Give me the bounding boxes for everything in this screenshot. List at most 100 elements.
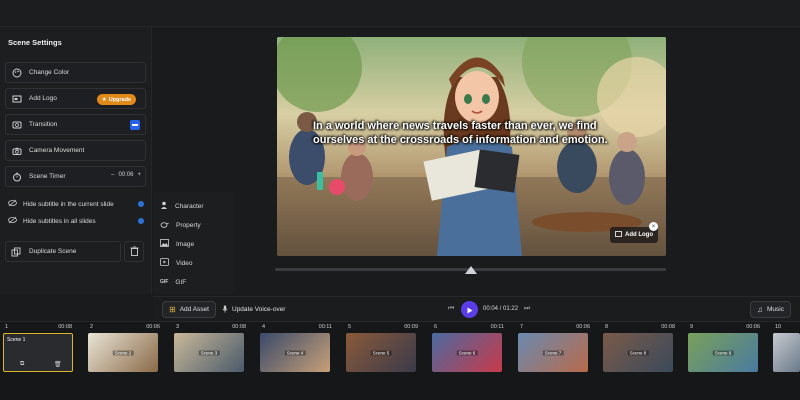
star-icon: ★ [101,96,107,103]
scene-card-3[interactable]: 3 00:08 Scene 3 [171,322,246,382]
logo-icon [11,93,23,105]
scene-thumbnail[interactable]: Scene 6 [432,333,502,372]
camera-movement-row[interactable]: Camera Movement [5,140,146,161]
scene-number: 5 [348,324,352,330]
music-button[interactable]: ♫ Music [750,301,791,318]
scene-number: 2 [90,324,94,330]
duplicate-scene-button[interactable]: Duplicate Scene [5,241,121,262]
menu-item-video[interactable]: Video [160,257,193,269]
transition-toggle[interactable] [130,120,140,130]
update-voice-button[interactable]: Update Voice-over [216,301,291,318]
delete-scene-button[interactable] [124,241,144,262]
update-voice-label: Update Voice-over [232,306,286,313]
image-icon [160,239,169,249]
scene-card-6[interactable]: 6 00:11 Scene 6 [429,322,504,382]
skip-back-icon[interactable]: ⏮ [448,305,454,313]
duplicate-icon[interactable]: ⧉ [20,361,24,368]
menu-item-character[interactable]: Character [160,200,204,212]
scene-duration: 00:06 [576,324,590,330]
scene-duration: 00:11 [318,324,332,330]
add-asset-menu: Character Property Image Video GIF GIF [153,192,234,294]
person-icon [160,201,168,211]
scene-timer-label: Scene Timer [29,173,66,180]
change-color-button[interactable]: Change Color [5,62,146,83]
transition-row[interactable]: Transition [5,114,146,135]
hide-current-switch[interactable] [138,201,144,207]
add-logo-button[interactable]: Add Logo ★ Upgrade [5,88,146,109]
close-logo-icon[interactable]: × [649,222,658,231]
add-asset-icon: ⊞ [169,305,176,314]
scene-card-10[interactable]: 10 [770,322,800,382]
scene-number: 8 [605,324,609,330]
hide-subtitles-all-toggle[interactable]: Hide subtitles in all slides [8,215,144,227]
eye-off-icon [8,216,17,226]
scene-label: Scene 6 [456,350,478,355]
scene-card-5[interactable]: 5 00:09 Scene 5 [343,322,418,382]
scene-label: Scene 9 [712,350,734,355]
top-bar [0,0,800,27]
scene-timeline: 1 00:08 Scene 1 ⧉ 🗑 2 00:06 Scene 2 3 00… [0,321,800,400]
playback-time: 00:04 / 01:22 [483,306,519,312]
eye-off-icon [8,199,17,209]
scene-duration: 00:06 [746,324,760,330]
add-logo-overlay-label: Add Logo [625,232,653,238]
scene-card-1[interactable]: 1 00:08 Scene 1 ⧉ 🗑 [0,322,75,382]
scene-duration: 00:08 [232,324,246,330]
scene-duration: 00:11 [490,324,504,330]
scene-timer-stepper[interactable]: – 00:06 + [111,172,141,178]
hide-all-switch[interactable] [138,218,144,224]
add-asset-label: Add Asset [179,306,209,313]
add-asset-button[interactable]: ⊞ Add Asset [162,301,216,318]
scene-preview[interactable]: In a world where news travels faster tha… [277,37,666,256]
play-button[interactable] [461,301,478,318]
scene-label: Scene 7 [542,350,564,355]
scene-card-8[interactable]: 8 00:08 Scene 8 [600,322,675,382]
scene-thumbnail[interactable] [773,333,800,372]
plus-icon[interactable]: + [137,172,141,178]
upgrade-badge[interactable]: ★ Upgrade [96,94,136,105]
scene-thumbnail[interactable]: Scene 9 [688,333,758,372]
scene-thumbnail[interactable]: Scene 1 ⧉ 🗑 [3,333,73,372]
scene-label: Scene 5 [370,350,392,355]
scene-thumbnail[interactable]: Scene 8 [603,333,673,372]
play-icon [467,301,473,319]
trash-icon [130,243,139,261]
subtitle-text: In a world where news travels faster tha… [313,120,608,147]
scene-card-7[interactable]: 7 00:06 Scene 7 [515,322,590,382]
change-color-label: Change Color [29,69,70,76]
scene-card-9[interactable]: 9 00:06 Scene 9 [685,322,760,382]
scene-number: 10 [775,324,782,330]
menu-item-image[interactable]: Image [160,238,194,250]
trash-icon[interactable]: 🗑 [54,361,62,368]
transition-icon [11,119,23,131]
scene-thumbnail[interactable]: Scene 4 [260,333,330,372]
scene-card-2[interactable]: 2 00:06 Scene 2 [85,322,160,382]
panel-title: Scene Settings [8,38,62,47]
duplicate-label: Duplicate Scene [29,248,77,255]
scene-label: Scene 8 [627,350,649,355]
scene-duration: 00:08 [661,324,675,330]
scene-thumbnail[interactable]: Scene 7 [518,333,588,372]
scene-thumbnail[interactable]: Scene 3 [174,333,244,372]
scene-number: 6 [434,324,438,330]
scene-thumbnail[interactable]: Scene 2 [88,333,158,372]
hide-subtitle-current-toggle[interactable]: Hide subtitle in the current slide [8,198,144,210]
scene-number: 1 [5,324,9,330]
scene-label: Scene 3 [198,350,220,355]
scene-number: 7 [520,324,524,330]
logo-icon [615,231,622,239]
transition-label: Transition [29,121,58,128]
hide-all-label: Hide subtitles in all slides [23,217,96,225]
teapot-icon [160,220,169,230]
minus-icon[interactable]: – [111,172,114,178]
camera-movement-label: Camera Movement [29,147,85,154]
scene-settings-panel: Scene Settings Change Color Add Logo ★ Up… [0,27,152,294]
scene-thumbnail[interactable]: Scene 5 [346,333,416,372]
scene-timer-row[interactable]: Scene Timer – 00:06 + [5,166,146,187]
scene-label: Scene 4 [284,350,306,355]
menu-item-gif[interactable]: GIF GIF [160,276,186,288]
skip-forward-icon[interactable]: ⏭ [524,305,530,313]
scrub-handle[interactable] [465,266,477,274]
scene-card-4[interactable]: 4 00:11 Scene 4 [257,322,332,382]
menu-item-property[interactable]: Property [160,219,201,231]
